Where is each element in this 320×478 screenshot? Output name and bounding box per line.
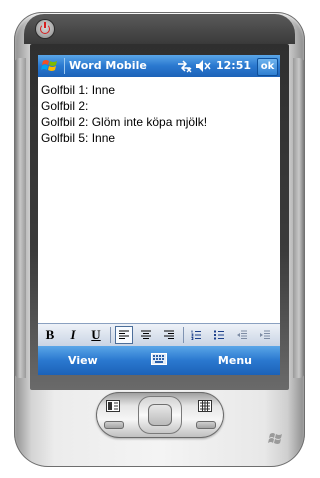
toolbar-separator — [183, 327, 184, 343]
device-top-band — [24, 14, 295, 44]
left-softkey-hardware-icon[interactable] — [106, 400, 120, 412]
ok-button[interactable]: ok — [257, 58, 278, 76]
end-hardware-button[interactable] — [196, 421, 216, 429]
numbered-list-button[interactable] — [188, 327, 204, 343]
windows-flag-icon[interactable] — [41, 58, 59, 74]
keyboard-icon[interactable] — [151, 353, 167, 365]
indent-button[interactable] — [257, 327, 273, 343]
toolbar-separator — [110, 327, 111, 343]
italic-button[interactable]: I — [65, 327, 81, 343]
bulleted-list-icon — [214, 330, 224, 340]
connectivity-icon[interactable] — [176, 59, 192, 73]
numbered-list-icon — [191, 330, 201, 340]
align-left-icon — [119, 330, 129, 339]
align-center-button[interactable] — [138, 327, 154, 343]
document-body[interactable]: Golfbil 1: Inne Golfbil 2: Golfbil 2: Gl… — [38, 79, 280, 323]
softkey-bar: View Menu — [38, 346, 280, 375]
align-center-icon — [141, 330, 151, 339]
view-softkey[interactable]: View — [68, 354, 98, 367]
speaker-muted-icon[interactable] — [195, 59, 211, 73]
app-title: Word Mobile — [69, 59, 147, 72]
align-left-button[interactable] — [115, 326, 133, 344]
device-side-right — [293, 58, 305, 378]
windows-logo-icon — [268, 433, 282, 444]
document-line: Golfbil 1: Inne — [41, 83, 116, 97]
document-line: Golfbil 5: Inne — [41, 131, 116, 145]
device-side-left — [14, 58, 26, 378]
clock[interactable]: 12:51 — [216, 59, 251, 72]
menu-softkey[interactable]: Menu — [218, 354, 252, 367]
underline-button[interactable]: U — [88, 327, 104, 343]
title-bar: Word Mobile 12:51 ok — [38, 55, 280, 77]
bold-button[interactable]: B — [42, 327, 58, 343]
document-line: Golfbil 2: Glöm inte köpa mjölk! — [41, 115, 208, 129]
bulleted-list-button[interactable] — [211, 327, 227, 343]
screen: Word Mobile 12:51 ok Golfbil 1: Inne Gol… — [38, 55, 280, 375]
document-line: Golfbil 2: — [41, 99, 89, 113]
right-softkey-hardware-icon[interactable] — [198, 400, 212, 412]
outdent-button[interactable] — [234, 327, 250, 343]
format-toolbar: B I U — [38, 323, 280, 346]
power-button-icon[interactable] — [36, 20, 54, 38]
action-button[interactable] — [148, 404, 172, 426]
title-separator — [64, 58, 65, 74]
align-right-icon — [164, 330, 174, 339]
indent-icon — [260, 330, 270, 339]
align-right-button[interactable] — [161, 327, 177, 343]
outdent-icon — [237, 330, 247, 339]
call-hardware-button[interactable] — [104, 421, 124, 429]
